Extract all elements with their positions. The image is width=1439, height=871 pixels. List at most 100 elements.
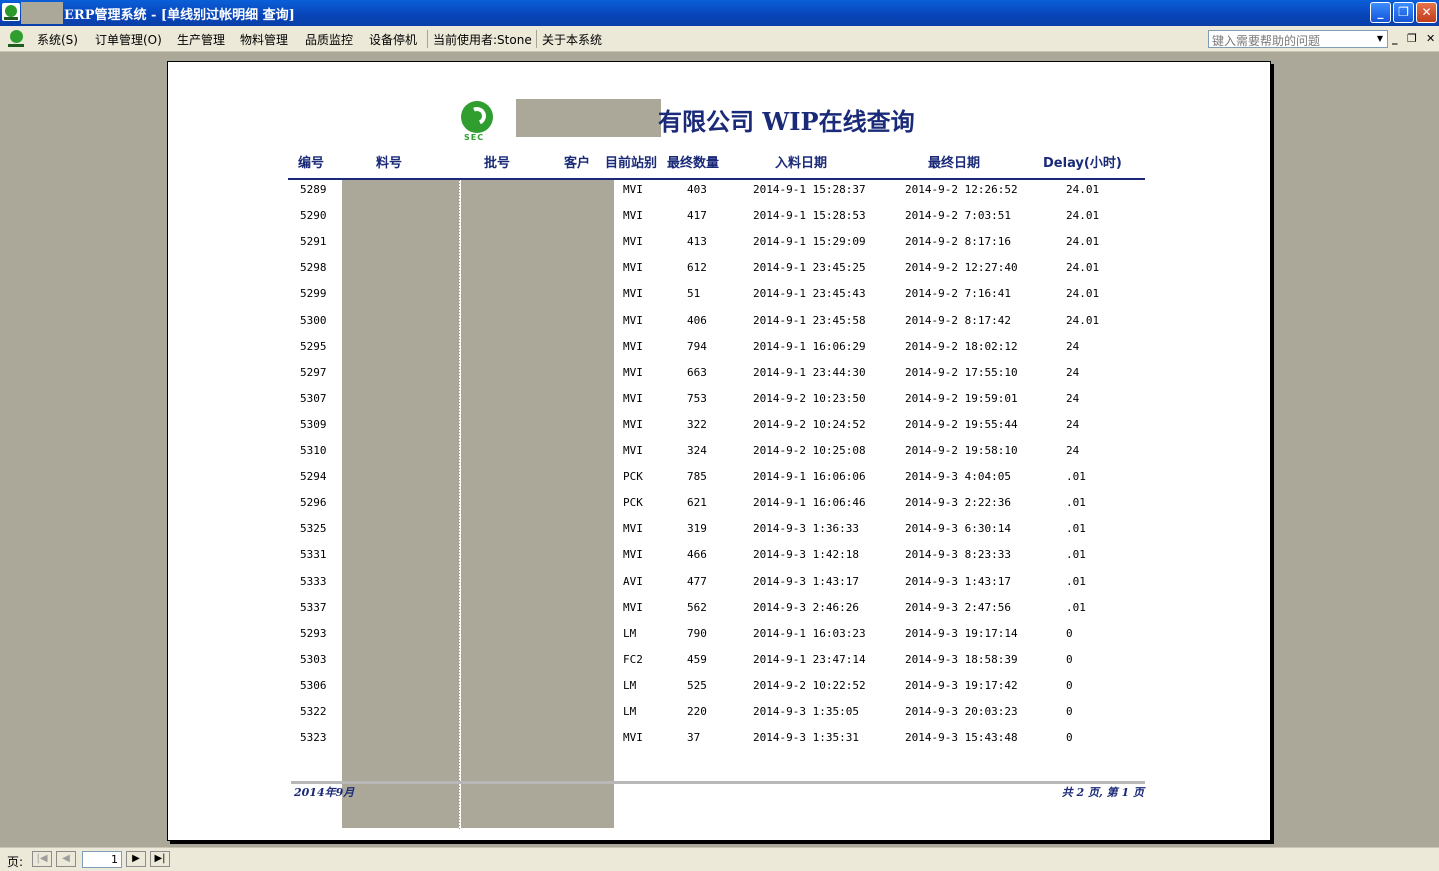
cell-id: 5291 bbox=[300, 235, 327, 249]
menu-quality-monitoring[interactable]: 品质监控 bbox=[305, 31, 353, 48]
cell-delay: 0 bbox=[1066, 705, 1073, 718]
current-user-label: 当前使用者:Stone bbox=[433, 33, 532, 47]
menu-material-management[interactable]: 物料管理 bbox=[240, 31, 288, 48]
report-page: SEC 有限公司 WIP在线查询 编号 料号 批号 客户 目前站别 最终数量 入… bbox=[167, 61, 1271, 841]
cell-in-date: 2014-9-1 16:06:46 bbox=[753, 496, 866, 510]
table-row: 5299 MVI 51 2014-9-1 23:45:43 2014-9-2 7:16:… bbox=[168, 287, 1272, 313]
header-customer: 客户 bbox=[564, 156, 591, 171]
pager-label: 页: bbox=[7, 855, 24, 869]
cell-id: 5299 bbox=[300, 287, 327, 301]
cell-final-date: 2014-9-3 2:47:56 bbox=[905, 600, 1011, 614]
mdi-close-icon[interactable]: ✕ bbox=[1426, 32, 1435, 45]
table-row: 5293 LM 790 2014-9-1 16:03:23 2014-9-3 19:17… bbox=[168, 627, 1272, 653]
menu-system[interactable]: 系统(S) bbox=[37, 31, 78, 48]
table-row: 5291 MVI 413 2014-9-1 15:29:09 2014-9-2 8:17… bbox=[168, 235, 1272, 261]
cell-delay: 24 bbox=[1066, 417, 1080, 431]
header-final-qty: 最终数量 bbox=[667, 156, 720, 171]
redacted-region bbox=[461, 180, 614, 828]
menu-bar: 系统(S) 订单管理(O) 生产管理 物料管理 品质监控 设备停机 当前使用者:… bbox=[0, 26, 1439, 52]
cell-final-date: 2014-9-3 20:03:23 bbox=[905, 705, 1018, 718]
cell-delay: .01 bbox=[1066, 496, 1086, 510]
cell-delay: .01 bbox=[1066, 600, 1086, 614]
cell-id: 5307 bbox=[300, 391, 327, 405]
cell-id: 5300 bbox=[300, 313, 327, 327]
cell-id: 5303 bbox=[300, 652, 327, 666]
header-in-date: 入料日期 bbox=[775, 156, 828, 171]
cell-in-date: 2014-9-2 10:25:08 bbox=[753, 444, 866, 457]
cell-station: MVI bbox=[623, 287, 643, 301]
menu-separator bbox=[536, 30, 537, 48]
last-page-button[interactable]: ▶| bbox=[150, 851, 170, 867]
cell-final-date: 2014-9-2 12:27:40 bbox=[905, 261, 1018, 275]
table-row: 5289 MVI 403 2014-9-1 15:28:37 2014-9-2 12:2… bbox=[168, 183, 1272, 209]
minimize-button[interactable]: _ bbox=[1370, 2, 1391, 23]
cell-in-date: 2014-9-3 1:35:05 bbox=[753, 705, 859, 718]
first-page-button[interactable]: |◀ bbox=[32, 851, 52, 867]
header-station: 目前站别 bbox=[605, 156, 658, 171]
cell-station: FC2 bbox=[623, 652, 643, 666]
prev-page-button[interactable]: ◀ bbox=[56, 851, 76, 867]
cell-station: MVI bbox=[623, 522, 643, 536]
menu-order-management[interactable]: 订单管理(O) bbox=[95, 31, 162, 48]
cell-station: MVI bbox=[623, 731, 643, 745]
cell-final-date: 2014-9-2 19:58:10 bbox=[905, 444, 1018, 457]
cell-station: MVI bbox=[623, 391, 643, 405]
menu-about[interactable]: 关于本系统 bbox=[542, 31, 602, 48]
help-placeholder: 键入需要帮助的问题 bbox=[1212, 34, 1321, 48]
menu-production-management[interactable]: 生产管理 bbox=[177, 31, 225, 48]
cell-final-date: 2014-9-2 17:55:10 bbox=[905, 365, 1018, 379]
cell-in-date: 2014-9-2 10:24:52 bbox=[753, 417, 866, 431]
cell-station: MVI bbox=[623, 548, 643, 562]
cell-delay: 24.01 bbox=[1066, 261, 1100, 275]
cell-station: AVI bbox=[623, 574, 643, 588]
close-button[interactable]: ✕ bbox=[1416, 2, 1437, 23]
cell-in-date: 2014-9-1 15:29:09 bbox=[753, 235, 866, 249]
cell-qty: 37 bbox=[687, 731, 701, 745]
table-row: 5294 PCK 785 2014-9-1 16:06:06 2014-9-3 4:04… bbox=[168, 470, 1272, 496]
help-search-input[interactable]: 键入需要帮助的问题 ▼ bbox=[1208, 30, 1388, 48]
logo-text: SEC bbox=[464, 133, 485, 142]
app-menu-icon[interactable] bbox=[6, 29, 26, 49]
restore-button[interactable]: ❐ bbox=[1393, 2, 1414, 23]
redacted-region bbox=[342, 180, 459, 828]
menu-equipment-downtime[interactable]: 设备停机 bbox=[369, 31, 417, 48]
cell-qty: 663 bbox=[687, 365, 707, 379]
cell-in-date: 2014-9-1 23:47:14 bbox=[753, 652, 866, 666]
cell-qty: 612 bbox=[687, 261, 707, 275]
page-number-input[interactable]: 1 bbox=[82, 851, 122, 868]
cell-id: 5337 bbox=[300, 600, 327, 614]
cell-in-date: 2014-9-1 16:06:06 bbox=[753, 470, 866, 484]
mdi-restore-icon[interactable]: ❐ bbox=[1407, 32, 1417, 45]
header-lot-no: 批号 bbox=[484, 156, 511, 171]
app-icon[interactable] bbox=[2, 3, 20, 21]
cell-delay: .01 bbox=[1066, 470, 1086, 484]
cell-delay: 24.01 bbox=[1066, 209, 1100, 223]
table-row: 5325 MVI 319 2014-9-3 1:36:33 2014-9-3 6:30:… bbox=[168, 522, 1272, 548]
table-row: 5296 PCK 621 2014-9-1 16:06:46 2014-9-3 2:22… bbox=[168, 496, 1272, 522]
cell-station: LM bbox=[623, 705, 637, 718]
pager-bar: 页: |◀ ◀ 1 ▶ ▶| bbox=[0, 847, 1439, 871]
column-divider bbox=[459, 180, 460, 830]
cell-qty: 220 bbox=[687, 705, 707, 718]
cell-qty: 790 bbox=[687, 626, 707, 640]
cell-delay: 24.01 bbox=[1066, 287, 1100, 301]
cell-id: 5293 bbox=[300, 626, 327, 640]
table-row: 5306 LM 525 2014-9-2 10:22:52 2014-9-3 19:17… bbox=[168, 679, 1272, 705]
cell-delay: .01 bbox=[1066, 574, 1086, 588]
cell-final-date: 2014-9-3 8:23:33 bbox=[905, 548, 1011, 562]
company-logo: SEC bbox=[461, 101, 495, 145]
cell-in-date: 2014-9-2 10:22:52 bbox=[753, 678, 866, 692]
dropdown-arrow-icon[interactable]: ▼ bbox=[1373, 31, 1387, 47]
table-row: 5300 MVI 406 2014-9-1 23:45:58 2014-9-2 8:17… bbox=[168, 314, 1272, 340]
cell-qty: 794 bbox=[687, 339, 707, 353]
report-title: 有限公司 WIP在线查询 bbox=[658, 107, 915, 136]
next-page-button[interactable]: ▶ bbox=[126, 851, 146, 867]
cell-qty: 562 bbox=[687, 600, 707, 614]
cell-id: 5306 bbox=[300, 678, 327, 692]
cell-delay: 24 bbox=[1066, 444, 1080, 457]
cell-station: MVI bbox=[623, 600, 643, 614]
cell-final-date: 2014-9-2 12:26:52 bbox=[905, 183, 1018, 196]
mdi-minimize-icon[interactable]: _ bbox=[1392, 32, 1398, 45]
cell-in-date: 2014-9-3 1:43:17 bbox=[753, 574, 859, 588]
cell-final-date: 2014-9-2 7:16:41 bbox=[905, 287, 1011, 301]
